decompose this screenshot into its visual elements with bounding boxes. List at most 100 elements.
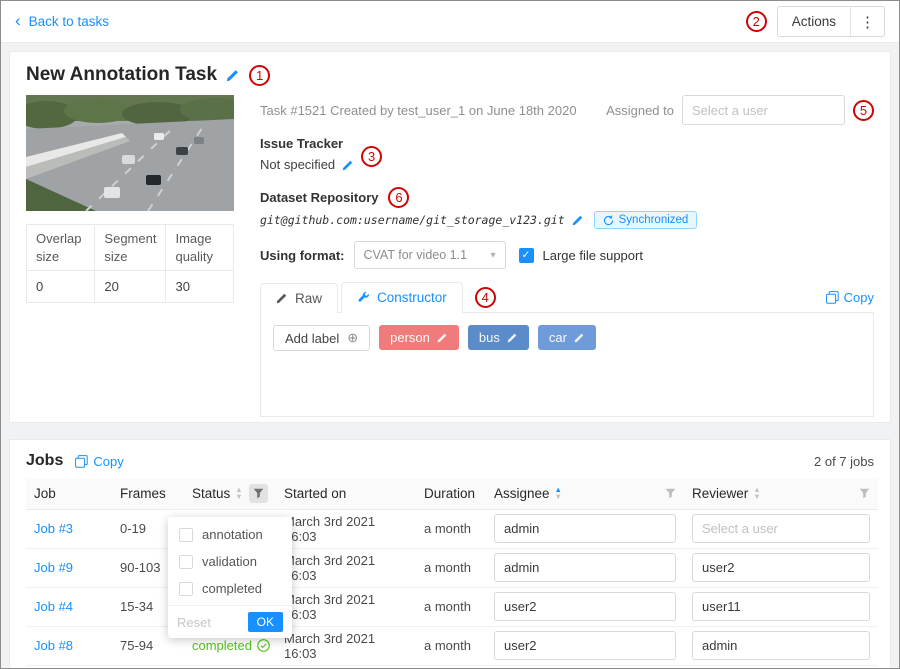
topbar-right: 2 Actions ⋮ <box>746 6 885 37</box>
job-link[interactable]: Job #3 <box>34 521 73 536</box>
task-meta: Task #1521 Created by test_user_1 on Jun… <box>260 103 577 118</box>
assignee-sort-icon[interactable]: ▲▼ <box>555 487 562 500</box>
annotation-circle-3: 3 <box>361 146 382 167</box>
annotation-checkbox[interactable] <box>179 528 193 542</box>
edit-issue-tracker-icon[interactable] <box>342 159 354 171</box>
copy-labels-link[interactable]: Copy <box>826 290 874 305</box>
col-frames: Frames <box>112 479 184 509</box>
job-duration: a month <box>424 599 471 614</box>
large-file-support-checkbox[interactable]: ✓ <box>519 248 534 263</box>
param-segment-size-label: Segment size <box>95 225 166 271</box>
tab-raw-label: Raw <box>295 291 322 306</box>
parameters-value-row: 0 20 30 <box>27 271 234 303</box>
edit-task-name-icon[interactable] <box>226 68 240 82</box>
actions-label: Actions <box>778 7 850 36</box>
check-circle-icon <box>257 639 270 652</box>
job-reviewer-input[interactable] <box>692 631 870 660</box>
tab-constructor[interactable]: Constructor <box>341 282 463 313</box>
job-reviewer-input[interactable] <box>692 553 870 582</box>
job-assignee-input[interactable] <box>494 592 676 621</box>
actions-button[interactable]: Actions ⋮ <box>777 6 885 37</box>
job-link[interactable]: Job #8 <box>34 638 73 653</box>
job-reviewer-input[interactable] <box>692 592 870 621</box>
job-started-on: March 3rd 2021 16:03 <box>284 592 375 622</box>
job-link[interactable]: Job #4 <box>34 599 73 614</box>
main-content: New Annotation Task 1 <box>1 43 899 668</box>
label-tag-bus[interactable]: bus <box>468 325 529 350</box>
completed-checkbox[interactable] <box>179 582 193 596</box>
chevron-down-icon: ▾ <box>490 250 495 261</box>
repository-url: git@github.com:username/git_storage_v123… <box>260 213 565 227</box>
format-select[interactable]: CVAT for video 1.1 ▾ <box>354 241 506 269</box>
sync-status-badge: Synchronized <box>594 211 698 229</box>
filter-dropdown-footer: Reset OK <box>168 605 292 638</box>
copy-jobs-link[interactable]: Copy <box>75 454 123 469</box>
validation-checkbox[interactable] <box>179 555 193 569</box>
status-filter-icon[interactable] <box>249 484 268 503</box>
jobs-card: Jobs Copy 2 of 7 jobs Job <box>9 439 891 668</box>
job-row-4: Job #8 75-94 completed March 3rd 2021 16… <box>26 626 878 665</box>
param-image-quality-label: Image quality <box>166 225 234 271</box>
back-arrow-icon: ‹ <box>15 12 21 29</box>
filter-option-annotation[interactable]: annotation <box>168 521 292 548</box>
task-body: Overlap size Segment size Image quality … <box>26 95 874 417</box>
assignee-filter-icon[interactable] <box>665 488 676 499</box>
job-link[interactable]: Job #9 <box>34 560 73 575</box>
edit-label-icon[interactable] <box>574 332 585 343</box>
job-row-2: Job #9 90-103 March 3rd 2021 16:03 a mon… <box>26 548 878 587</box>
job-status-completed: completed <box>192 638 270 653</box>
back-to-tasks-link[interactable]: ‹ Back to tasks <box>15 14 109 29</box>
labels-constructor-panel: Add label ⊕ person bus <box>260 313 874 417</box>
add-label-button[interactable]: Add label ⊕ <box>273 325 370 351</box>
filter-reset-button[interactable]: Reset <box>177 615 211 630</box>
issue-tracker-row: Not specified 3 <box>260 154 874 175</box>
col-reviewer: Reviewer ▲▼ <box>684 479 878 509</box>
job-frames: 75-94 <box>120 638 153 653</box>
col-assignee: Assignee ▲▼ <box>486 479 684 509</box>
format-row: Using format: CVAT for video 1.1 ▾ ✓ Lar… <box>260 241 874 269</box>
annotation-circle-4: 4 <box>475 287 496 308</box>
sync-status-label: Synchronized <box>619 214 689 226</box>
filter-option-completed[interactable]: completed <box>168 575 292 602</box>
label-tag-person-name: person <box>390 330 430 345</box>
parameters-header-row: Overlap size Segment size Image quality <box>27 225 234 271</box>
task-parameters-table: Overlap size Segment size Image quality … <box>26 224 234 303</box>
copy-jobs-label: Copy <box>93 454 123 469</box>
large-file-support-label: Large file support <box>543 248 643 263</box>
filter-ok-button[interactable]: OK <box>248 612 283 632</box>
reviewer-sort-icon[interactable]: ▲▼ <box>753 487 760 500</box>
label-tag-person[interactable]: person <box>379 325 459 350</box>
status-sort-icon[interactable]: ▲▼ <box>235 487 242 500</box>
assigned-to-label: Assigned to <box>606 103 674 118</box>
edit-label-icon[interactable] <box>507 332 518 343</box>
job-duration: a month <box>424 521 471 536</box>
col-reviewer-label: Reviewer <box>692 486 748 501</box>
job-reviewer-input[interactable] <box>692 514 870 543</box>
back-to-tasks-label: Back to tasks <box>29 14 109 29</box>
label-tag-car-name: car <box>549 330 567 345</box>
job-frames: 90-103 <box>120 560 160 575</box>
tab-raw[interactable]: Raw <box>260 283 338 313</box>
jobs-header: Jobs Copy 2 of 7 jobs <box>26 452 874 470</box>
reviewer-filter-icon[interactable] <box>859 488 870 499</box>
job-assignee-input[interactable] <box>494 553 676 582</box>
labels-tab-bar: Raw Constructor 4 <box>260 282 874 313</box>
jobs-title: Jobs <box>26 452 63 470</box>
filter-option-validation[interactable]: validation <box>168 548 292 575</box>
job-assignee-input[interactable] <box>494 514 676 543</box>
task-title-row: New Annotation Task 1 <box>26 64 874 86</box>
edit-repository-icon[interactable] <box>572 214 584 226</box>
param-segment-size-value: 20 <box>95 271 166 303</box>
task-assignee-input[interactable] <box>682 95 845 125</box>
issue-tracker-label: Issue Tracker <box>260 136 874 151</box>
repository-url-row: git@github.com:username/git_storage_v123… <box>260 211 874 229</box>
tool-icon <box>357 291 370 304</box>
edit-label-icon[interactable] <box>437 332 448 343</box>
filter-option-label: annotation <box>202 527 263 542</box>
label-tag-car[interactable]: car <box>538 325 596 350</box>
jobs-table: Job Frames Status ▲▼ Started on <box>26 479 878 666</box>
job-started-on: March 3rd 2021 16:03 <box>284 514 375 544</box>
job-assignee-input[interactable] <box>494 631 676 660</box>
more-actions-icon[interactable]: ⋮ <box>851 7 884 36</box>
label-tag-bus-name: bus <box>479 330 500 345</box>
